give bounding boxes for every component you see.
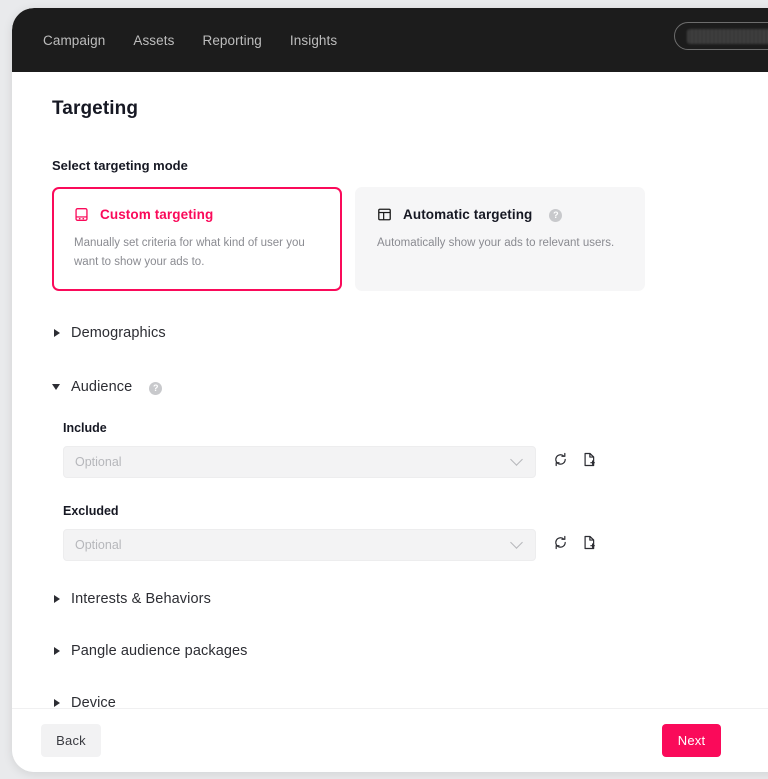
excluded-select-value: Optional <box>75 538 512 552</box>
device-outline-icon <box>74 207 89 222</box>
accordion-interests: Interests & Behaviors <box>52 587 740 611</box>
accordion-header-device[interactable]: Device <box>52 691 740 708</box>
field-include: Include Optional <box>63 421 740 478</box>
accordion-label-interests: Interests & Behaviors <box>71 591 211 607</box>
excluded-field-actions <box>553 535 597 555</box>
card-header: Custom targeting <box>74 207 320 222</box>
accordion-label-demographics: Demographics <box>71 325 166 341</box>
account-selector-pill[interactable] <box>674 22 768 50</box>
layout-panels-icon <box>377 207 392 222</box>
accordion-header-audience[interactable]: Audience ? <box>52 375 740 399</box>
accordion-label-pangle: Pangle audience packages <box>71 643 248 659</box>
field-excluded: Excluded Optional <box>63 504 740 561</box>
field-row-excluded: Optional <box>63 529 740 561</box>
card-title-custom: Custom targeting <box>100 207 213 222</box>
nav-item-campaign[interactable]: Campaign <box>29 27 119 54</box>
accordion-pangle: Pangle audience packages <box>52 639 740 663</box>
excluded-select[interactable]: Optional <box>63 529 536 561</box>
chevron-down-icon <box>52 384 60 390</box>
create-new-icon[interactable] <box>582 535 597 555</box>
card-header: Automatic targeting ? <box>377 207 623 222</box>
accordion-label-audience: Audience <box>71 379 132 395</box>
card-description-custom: Manually set criteria for what kind of u… <box>74 234 312 271</box>
app-window: Campaign Assets Reporting Insights Targe… <box>12 8 768 772</box>
chevron-right-icon <box>54 647 60 655</box>
chevron-down-icon <box>510 536 523 549</box>
nav-item-reporting[interactable]: Reporting <box>188 27 275 54</box>
include-select-value: Optional <box>75 455 512 469</box>
refresh-icon[interactable] <box>553 535 568 555</box>
targeting-mode-section-label: Select targeting mode <box>52 158 740 173</box>
help-icon[interactable]: ? <box>549 209 562 222</box>
field-label-include: Include <box>63 421 740 435</box>
accordion-header-demographics[interactable]: Demographics <box>52 321 740 345</box>
field-row-include: Optional <box>63 446 740 478</box>
next-button[interactable]: Next <box>662 724 721 757</box>
card-description-automatic: Automatically show your ads to relevant … <box>377 234 615 253</box>
field-label-excluded: Excluded <box>63 504 740 518</box>
accordion-device: Device <box>52 691 740 708</box>
refresh-icon[interactable] <box>553 452 568 472</box>
page-title: Targeting <box>52 98 740 120</box>
create-new-icon[interactable] <box>582 452 597 472</box>
accordion-body-audience: Include Optional <box>52 399 740 561</box>
targeting-mode-cards: Custom targeting Manually set criteria f… <box>52 187 740 291</box>
back-button[interactable]: Back <box>41 724 101 757</box>
accordion-header-interests[interactable]: Interests & Behaviors <box>52 587 740 611</box>
chevron-down-icon <box>510 453 523 466</box>
accordion-audience: Audience ? Include Optional <box>52 375 740 561</box>
help-icon[interactable]: ? <box>149 382 162 395</box>
accordion-demographics: Demographics <box>52 321 740 345</box>
redacted-account-label <box>687 29 768 44</box>
accordion-label-device: Device <box>71 695 116 708</box>
nav-item-assets[interactable]: Assets <box>119 27 188 54</box>
targeting-mode-card-custom[interactable]: Custom targeting Manually set criteria f… <box>52 187 342 291</box>
footer-action-bar: Back Next <box>12 708 768 772</box>
card-title-automatic: Automatic targeting <box>403 207 532 222</box>
include-field-actions <box>553 452 597 472</box>
top-navigation-bar: Campaign Assets Reporting Insights <box>12 8 768 72</box>
include-select[interactable]: Optional <box>63 446 536 478</box>
chevron-right-icon <box>54 329 60 337</box>
chevron-right-icon <box>54 699 60 707</box>
chevron-right-icon <box>54 595 60 603</box>
page-body: Targeting Select targeting mode <box>12 72 768 708</box>
nav-item-insights[interactable]: Insights <box>276 27 351 54</box>
targeting-mode-card-automatic[interactable]: Automatic targeting ? Automatically show… <box>355 187 645 291</box>
accordion-header-pangle[interactable]: Pangle audience packages <box>52 639 740 663</box>
